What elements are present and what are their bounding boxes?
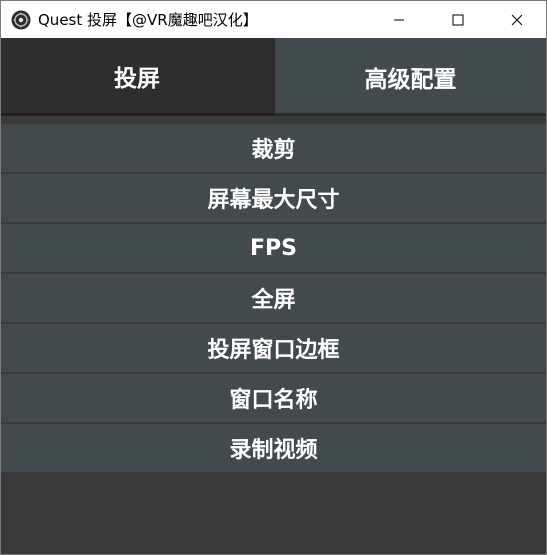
quest-app-icon xyxy=(10,9,32,31)
menu-item-record-video[interactable]: 录制视频 xyxy=(1,424,546,472)
close-button[interactable] xyxy=(487,1,546,38)
title-bar[interactable]: Quest 投屏【@VR魔趣吧汉化】 xyxy=(1,1,546,38)
menu-item-label: FPS xyxy=(250,235,297,261)
window-title: Quest 投屏【@VR魔趣吧汉化】 xyxy=(38,11,258,29)
tab-bar: 投屏 高级配置 xyxy=(1,38,546,116)
window-controls xyxy=(369,1,546,38)
menu-item-crop[interactable]: 裁剪 xyxy=(1,124,546,172)
empty-footer-area xyxy=(1,474,546,554)
menu-item-label: 裁剪 xyxy=(251,138,296,163)
menu-item-label: 窗口名称 xyxy=(229,388,318,413)
tab-label: 投屏 xyxy=(114,65,160,92)
menu-item-fullscreen[interactable]: 全屏 xyxy=(1,274,546,322)
maximize-button[interactable] xyxy=(428,1,487,38)
menu-item-window-border[interactable]: 投屏窗口边框 xyxy=(1,324,546,372)
minimize-button[interactable] xyxy=(369,1,428,38)
tab-label: 高级配置 xyxy=(364,67,457,93)
menu-item-fps[interactable]: FPS xyxy=(1,224,546,272)
tab-advanced-config[interactable]: 高级配置 xyxy=(273,38,546,116)
menu-item-label: 全屏 xyxy=(251,288,296,313)
menu-item-window-name[interactable]: 窗口名称 xyxy=(1,374,546,422)
minimize-icon xyxy=(393,19,404,20)
app-window: Quest 投屏【@VR魔趣吧汉化】 投屏 高级配置 裁剪 屏幕最大尺寸 FPS… xyxy=(0,0,547,555)
settings-menu: 裁剪 屏幕最大尺寸 FPS 全屏 投屏窗口边框 窗口名称 录制视频 xyxy=(1,124,546,474)
close-icon xyxy=(511,14,522,25)
menu-item-label: 屏幕最大尺寸 xyxy=(207,188,340,213)
menu-item-label: 投屏窗口边框 xyxy=(207,338,340,363)
menu-item-label: 录制视频 xyxy=(229,438,318,463)
menu-item-max-screen-size[interactable]: 屏幕最大尺寸 xyxy=(1,174,546,222)
maximize-icon xyxy=(452,14,463,25)
tab-screen-mirror[interactable]: 投屏 xyxy=(1,38,273,116)
